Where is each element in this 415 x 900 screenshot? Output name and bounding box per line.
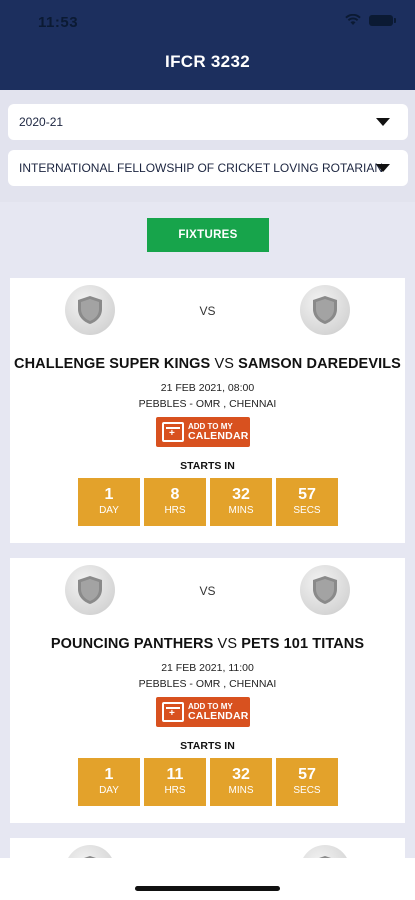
countdown-value: 32 (232, 766, 250, 783)
organization-select[interactable]: INTERNATIONAL FELLOWSHIP OF CRICKET LOVI… (8, 150, 408, 186)
countdown-days: 1 DAY (78, 478, 140, 526)
countdown-seconds: 57 SECS (276, 758, 338, 806)
countdown-hours: 11 HRS (144, 758, 206, 806)
team-b-name: PETS 101 TITANS (241, 636, 365, 652)
countdown-value: 11 (166, 766, 184, 783)
match-title: CHALLENGE SUPER KINGS VS SAMSON DAREDEVI… (10, 356, 405, 372)
battery-icon (369, 14, 396, 26)
countdown-value: 1 (104, 766, 114, 783)
countdown-unit: DAY (99, 505, 119, 516)
organization-select-value: INTERNATIONAL FELLOWSHIP OF CRICKET LOVI… (19, 161, 384, 175)
status-icons (345, 14, 396, 26)
countdown-value: 57 (298, 766, 316, 783)
countdown-value: 57 (298, 486, 316, 503)
starts-in-label: STARTS IN (180, 460, 235, 472)
match-card[interactable]: VS POUNCING PANTHERS VS PETS 101 TITANS … (10, 558, 405, 823)
dropdown-caret-icon (376, 118, 390, 126)
countdown-unit: MINS (228, 505, 254, 516)
dropdown-caret-icon (376, 164, 390, 172)
team-b-name: SAMSON DAREDEVILS (238, 356, 401, 372)
countdown-seconds: 57 SECS (276, 478, 338, 526)
calendar-line-2: CALENDAR (188, 709, 249, 722)
season-select[interactable]: 2020-21 (8, 104, 408, 140)
countdown-days: 1 DAY (78, 758, 140, 806)
team-logo-icon (300, 565, 350, 615)
app-header: 11:53 IFCR 3232 (0, 0, 415, 90)
page-title: IFCR 3232 (165, 52, 250, 71)
countdown-unit: DAY (99, 785, 119, 796)
calendar-line-2: CALENDAR (188, 429, 249, 442)
home-indicator[interactable] (135, 886, 280, 891)
countdown-timer: 1 DAY 8 HRS 32 MINS 57 SECS (78, 478, 338, 526)
countdown-timer: 1 DAY 11 HRS 32 MINS 57 SECS (78, 758, 338, 806)
countdown-unit: HRS (164, 505, 186, 516)
team-a-name: CHALLENGE SUPER KINGS (14, 356, 211, 372)
add-to-calendar-button[interactable]: + ADD TO MY CALENDAR (156, 697, 250, 727)
countdown-minutes: 32 MINS (210, 478, 272, 526)
match-date: 21 FEB 2021, 08:00 (160, 382, 255, 394)
vs-word: VS (217, 636, 238, 652)
status-time: 11:53 (38, 14, 79, 31)
countdown-value: 8 (170, 486, 180, 503)
bottom-safe-area (0, 858, 415, 900)
countdown-value: 32 (232, 486, 250, 503)
calendar-icon: + (162, 702, 184, 722)
vs-word: VS (214, 356, 234, 372)
fixtures-button[interactable]: FIXTURES (147, 218, 269, 252)
countdown-unit: SECS (293, 505, 321, 516)
match-date: 21 FEB 2021, 11:00 (161, 662, 254, 674)
team-a-name: POUNCING PANTHERS (50, 636, 214, 652)
add-to-calendar-button[interactable]: + ADD TO MY CALENDAR (156, 417, 250, 447)
countdown-hours: 8 HRS (144, 478, 206, 526)
match-venue: PEBBLES - OMR , CHENNAI (138, 678, 277, 690)
calendar-icon: + (162, 422, 184, 442)
match-title: POUNCING PANTHERS VS PETS 101 TITANS (10, 636, 405, 652)
season-select-value: 2020-21 (19, 115, 64, 129)
countdown-unit: MINS (228, 785, 254, 796)
match-venue: PEBBLES - OMR , CHENNAI (138, 398, 277, 410)
countdown-unit: HRS (164, 785, 186, 796)
countdown-value: 1 (104, 486, 114, 503)
countdown-unit: SECS (293, 785, 321, 796)
starts-in-label: STARTS IN (180, 740, 235, 752)
match-card[interactable]: VS CHALLENGE SUPER KINGS VS SAMSON DARED… (10, 278, 405, 543)
wifi-icon (345, 14, 361, 25)
team-logo-icon (300, 285, 350, 335)
countdown-minutes: 32 MINS (210, 758, 272, 806)
